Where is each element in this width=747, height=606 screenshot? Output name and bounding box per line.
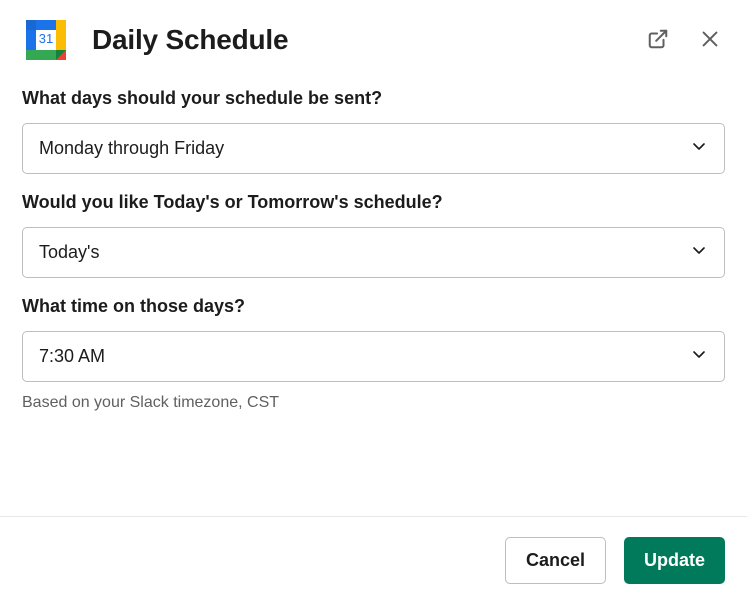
modal-title: Daily Schedule (92, 24, 643, 56)
time-select-value: 7:30 AM (39, 346, 105, 367)
today-tomorrow-field-group: Would you like Today's or Tomorrow's sch… (22, 192, 725, 278)
modal-content: What days should your schedule be sent? … (0, 70, 747, 516)
header-actions (643, 24, 725, 57)
google-calendar-icon: 31 (24, 18, 68, 62)
external-link-icon (647, 28, 669, 53)
daily-schedule-modal: 31 Daily Schedule (0, 0, 747, 606)
close-icon (699, 28, 721, 53)
time-field-group: What time on those days? 7:30 AM Based o… (22, 296, 725, 412)
svg-text:31: 31 (39, 31, 53, 46)
modal-footer: Cancel Update (0, 516, 747, 606)
time-helper-text: Based on your Slack timezone, CST (22, 394, 725, 412)
time-label: What time on those days? (22, 296, 725, 317)
update-button[interactable]: Update (624, 537, 725, 584)
open-external-button[interactable] (643, 24, 673, 57)
today-tomorrow-select-value: Today's (39, 242, 99, 263)
days-select-wrapper: Monday through Friday (22, 123, 725, 174)
modal-header: 31 Daily Schedule (0, 0, 747, 70)
days-select[interactable]: Monday through Friday (22, 123, 725, 174)
today-tomorrow-select-wrapper: Today's (22, 227, 725, 278)
time-select-wrapper: 7:30 AM (22, 331, 725, 382)
time-select[interactable]: 7:30 AM (22, 331, 725, 382)
today-tomorrow-label: Would you like Today's or Tomorrow's sch… (22, 192, 725, 213)
days-select-value: Monday through Friday (39, 138, 224, 159)
cancel-button[interactable]: Cancel (505, 537, 606, 584)
today-tomorrow-select[interactable]: Today's (22, 227, 725, 278)
days-label: What days should your schedule be sent? (22, 88, 725, 109)
days-field-group: What days should your schedule be sent? … (22, 88, 725, 174)
close-button[interactable] (695, 24, 725, 57)
